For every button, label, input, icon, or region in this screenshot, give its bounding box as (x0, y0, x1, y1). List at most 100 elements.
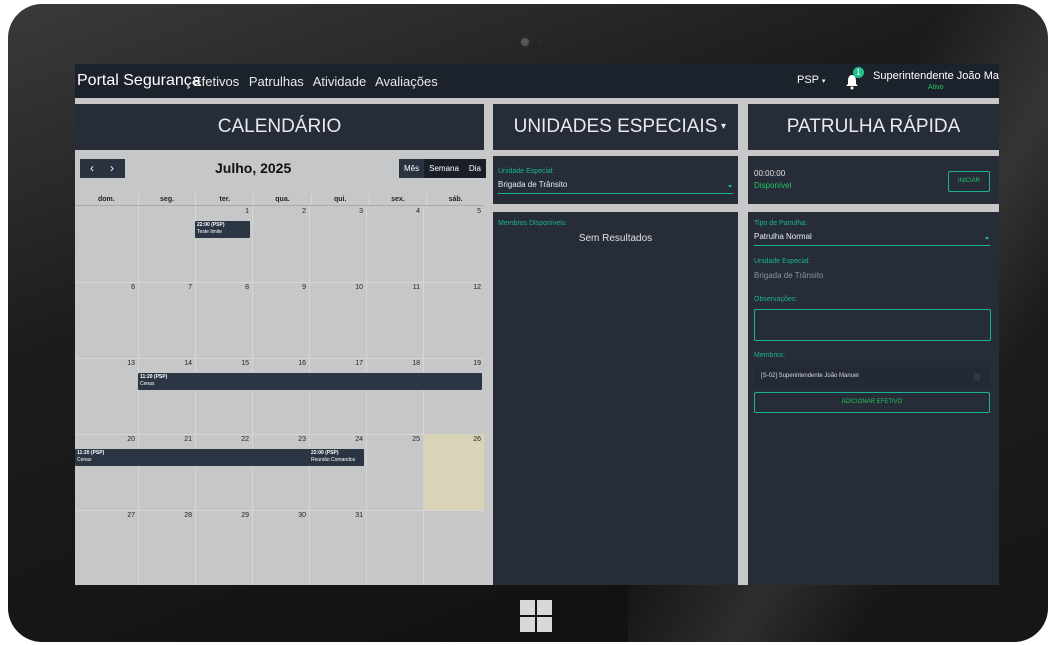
members-label: Membros Disponíveis: (498, 220, 568, 227)
calendar-day[interactable]: 7 (138, 282, 196, 358)
calendar-day[interactable]: 26 (423, 434, 484, 510)
weekday-label: sex. (370, 194, 428, 205)
org-dropdown[interactable]: PSP ▾ (797, 74, 825, 86)
observations-label: Observações: (754, 296, 798, 303)
event-title: Teste limite (197, 229, 223, 235)
calendar-day[interactable]: 18 (366, 358, 424, 434)
calendar-header: CALENDÁRIO (75, 104, 484, 150)
org-dropdown-label: PSP (797, 74, 819, 86)
add-member-button[interactable]: ADICIONAR EFETIVO (754, 392, 990, 413)
view-day-button[interactable]: Dia (463, 159, 486, 178)
calendar-day[interactable]: 20 (75, 434, 139, 510)
day-number: 12 (473, 284, 481, 291)
windows-logo-icon[interactable] (520, 600, 552, 632)
start-patrol-button[interactable]: INICIAR (948, 171, 990, 192)
calendar-day[interactable] (366, 510, 424, 585)
unit-select[interactable]: Brigada de Trânsito (498, 180, 567, 189)
calendar: ‹ › Julho, 2025 Mês Semana Dia dom. seg.… (75, 150, 486, 585)
calendar-day[interactable]: 30 (252, 510, 310, 585)
calendar-day[interactable]: 15 (195, 358, 253, 434)
unit-label: Unidade Especial: (754, 258, 811, 265)
unit-value: Brigada de Trânsito (754, 271, 824, 280)
no-results-text: Sem Resultados (578, 233, 653, 244)
calendar-day[interactable]: 24 (309, 434, 367, 510)
calendar-day[interactable]: 3 (309, 206, 367, 282)
event-title: Cenas (77, 457, 92, 463)
nav-link-patrulhas[interactable]: Patrulhas (249, 74, 304, 89)
nav-link-efetivos[interactable]: Efetivos (193, 74, 239, 89)
calendar-event[interactable]: 11:20 (PSP) Cenas (138, 373, 482, 390)
calendar-day[interactable]: 6 (75, 282, 139, 358)
view-month-button[interactable]: Mês (399, 159, 425, 178)
calendar-day[interactable]: 14 (138, 358, 196, 434)
calendar-day[interactable]: 28 (138, 510, 196, 585)
patrol-type-select[interactable]: Patrulha Normal (754, 232, 812, 241)
nav-link-avaliacoes[interactable]: Avaliações (375, 74, 438, 89)
caret-down-icon: ▾ (720, 121, 726, 132)
calendar-day[interactable]: 8 (195, 282, 253, 358)
view-week-button[interactable]: Semana (424, 159, 464, 178)
members-card: Membros Disponíveis: Sem Resultados (493, 212, 738, 585)
calendar-day[interactable]: 17 (309, 358, 367, 434)
calendar-day[interactable]: 31 (309, 510, 367, 585)
calendar-day[interactable]: 12 (423, 282, 484, 358)
weekday-label: qua. (254, 194, 312, 205)
calendar-event[interactable]: 22:00 (PSP) Reunião Comandos (309, 449, 364, 466)
calendar-day[interactable]: 23 (252, 434, 310, 510)
calendar-day[interactable]: 27 (75, 510, 139, 585)
day-number: 3 (359, 208, 363, 215)
weeks-container: 1 2 3 4 5 6 7 8 9 10 11 12 13 14 15 16 17 18 19 20 21 22 23 24 2… (75, 206, 484, 585)
calendar-day[interactable]: 22 (195, 434, 253, 510)
calendar-day[interactable]: 4 (366, 206, 424, 282)
calendar-day[interactable]: 10 (309, 282, 367, 358)
unidades-header[interactable]: UNIDADES ESPECIAIS ▾ (493, 104, 738, 150)
event-time: 22:00 (PSP) (197, 222, 225, 228)
divider (493, 204, 738, 212)
calendar-day[interactable] (423, 510, 484, 585)
day-number: 16 (298, 360, 306, 367)
month-grid: dom. seg. ter. qua. qui. sex. sáb. 12345… (75, 194, 484, 585)
calendar-day[interactable]: 25 (366, 434, 424, 510)
day-number: 30 (298, 512, 306, 519)
calendar-day[interactable]: 2 (252, 206, 310, 282)
calendar-day[interactable]: 13 (75, 358, 139, 434)
calendar-day[interactable]: 11 (366, 282, 424, 358)
nav-link-atividade[interactable]: Atividade (313, 74, 366, 89)
day-number: 17 (355, 360, 363, 367)
patrol-timer: 00:00:00 (754, 169, 786, 178)
sensor-icon (539, 40, 543, 44)
day-number: 9 (302, 284, 306, 291)
patrulha-header: PATRULHA RÁPIDA (748, 104, 999, 150)
user-menu[interactable]: Superintendente João Manuel (873, 70, 999, 82)
patrol-type-label: Tipo de Patrulha: (754, 220, 808, 227)
calendar-day[interactable]: 21 (138, 434, 196, 510)
chevron-down-icon: ▾ (821, 78, 826, 85)
event-title: Cenas (140, 381, 155, 387)
prev-month-button[interactable]: ‹ (90, 161, 94, 175)
day-number: 27 (127, 512, 135, 519)
unidades-title: UNIDADES ESPECIAIS (513, 116, 718, 137)
unit-select-card: Unidade Especial: Brigada de Trânsito (493, 156, 738, 204)
day-number: 6 (131, 284, 135, 291)
day-number: 24 (355, 436, 363, 443)
column-gap (738, 104, 748, 585)
camera-icon (521, 38, 529, 46)
calendar-day[interactable]: 1 (195, 206, 253, 282)
calendar-day[interactable] (75, 206, 139, 282)
calendar-day[interactable]: 5 (423, 206, 484, 282)
calendar-week: 1 2 3 4 5 (75, 206, 484, 283)
calendar-day[interactable]: 19 (423, 358, 484, 434)
calendar-day[interactable] (138, 206, 196, 282)
day-number: 7 (188, 284, 192, 291)
calendar-day[interactable]: 29 (195, 510, 253, 585)
next-month-button[interactable]: › (110, 161, 114, 175)
day-number: 21 (184, 436, 192, 443)
day-number: 20 (127, 436, 135, 443)
observations-field[interactable] (754, 309, 991, 341)
day-number: 28 (184, 512, 192, 519)
calendar-day[interactable]: 16 (252, 358, 310, 434)
calendar-event[interactable]: 22:00 (PSP) Teste limite (195, 221, 250, 238)
calendar-day[interactable]: 9 (252, 282, 310, 358)
brand-link[interactable]: Portal Segurança (77, 72, 201, 90)
trash-icon[interactable] (974, 373, 980, 381)
